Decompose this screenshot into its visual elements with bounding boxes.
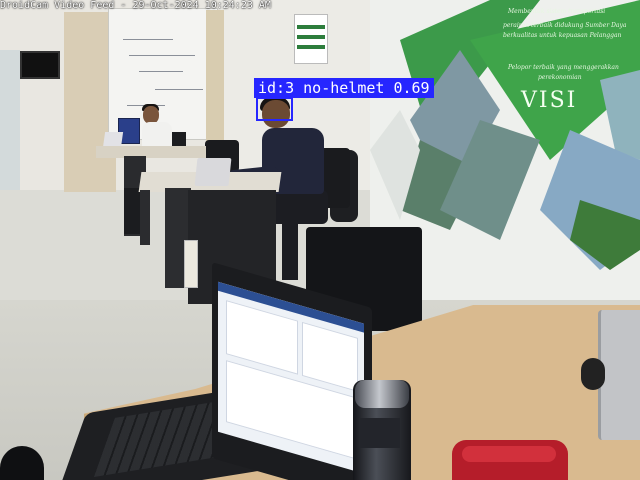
camera-feed: Membentuk sistem transportasi perairan t…	[0, 0, 640, 480]
worker-laptop	[194, 158, 232, 186]
mural-text: Membentuk sistem transportasi	[508, 8, 606, 15]
detection-label: id:3 no-helmet 0.69	[254, 78, 434, 98]
red-container-lid	[462, 446, 556, 462]
desk-leg	[140, 190, 150, 245]
wall-sign-band	[297, 25, 325, 29]
whiteboard-scribble	[139, 71, 183, 72]
feed-title: DroidCam Video Feed - 29-Oct-2024 10:24:…	[0, 0, 271, 11]
glass-door	[0, 50, 20, 190]
laptop-display	[218, 281, 364, 474]
desk	[96, 146, 206, 158]
water-bottle-cap	[355, 380, 409, 408]
wall-sign	[294, 14, 328, 64]
mural-text: perekonomian	[538, 74, 582, 81]
worker-legs	[270, 190, 328, 224]
power-strip	[184, 240, 198, 288]
mural-text: Pelopor terbaik yang menggerakkan	[508, 64, 619, 71]
mural-text: perairan terbaik didukung Sumber Daya	[503, 22, 627, 29]
laptop-page-card	[302, 321, 358, 392]
water-bottle-label	[360, 418, 400, 448]
detection-box	[256, 97, 293, 121]
wall-sign-band	[297, 35, 325, 39]
worker-legs	[282, 218, 298, 280]
wall-sign-band	[297, 45, 325, 49]
mural-text: berkualitas untuk kepuasan Pelanggan	[503, 32, 622, 39]
wall-tv	[20, 51, 60, 79]
whiteboard-scribble	[129, 55, 195, 56]
whiteboard-scribble	[155, 89, 203, 90]
computer-mouse	[581, 358, 605, 390]
mural-heading: VISI	[521, 88, 578, 113]
whiteboard-scribble	[123, 39, 173, 40]
